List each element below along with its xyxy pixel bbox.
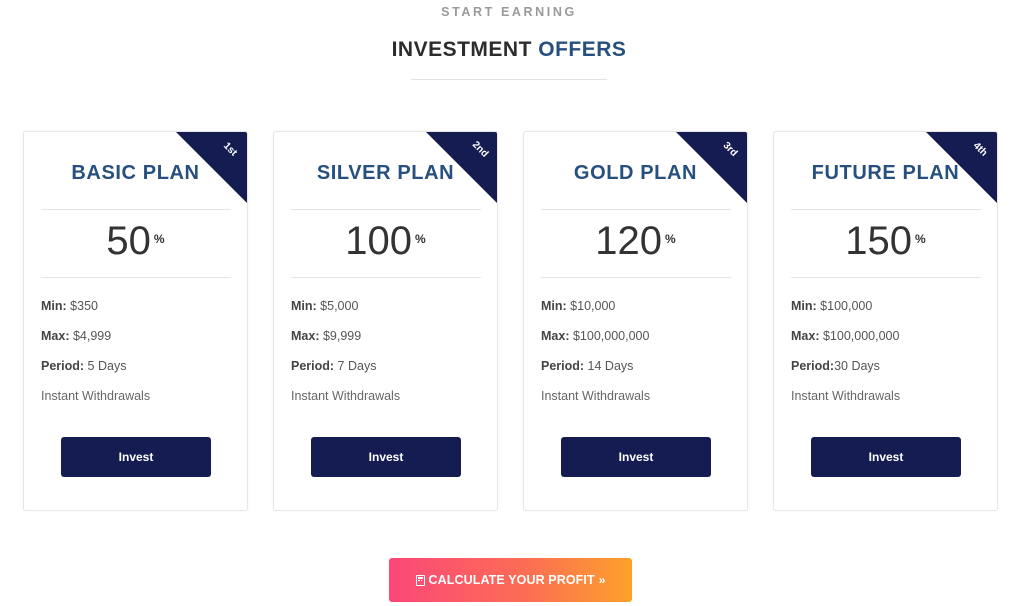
plan-card-future: 4th FUTURE PLAN 150% Min: $100,000 Max: … [773, 131, 998, 511]
period-value: 14 Days [584, 359, 634, 373]
divider [41, 209, 231, 210]
plan-feature: Instant Withdrawals [541, 389, 651, 403]
plan-max: Max: $4,999 [41, 329, 111, 343]
invest-button[interactable]: Invest [61, 437, 211, 477]
plan-name: FUTURE PLAN [811, 162, 960, 184]
plan-feature: Instant Withdrawals [41, 389, 151, 403]
rate-value: 150 [845, 219, 913, 263]
rate-unit: % [665, 232, 676, 246]
rate-unit: % [915, 232, 926, 246]
plan-max: Max: $9,999 [291, 329, 361, 343]
min-label: Min: [291, 299, 317, 313]
plan-rate: 100% [274, 216, 497, 266]
plan-min: Min: $10,000 [541, 299, 615, 313]
divider [41, 277, 231, 278]
plan-name: SILVER PLAN [316, 162, 455, 184]
period-value: 30 Days [834, 359, 880, 373]
divider [791, 209, 981, 210]
max-label: Max: [291, 329, 320, 343]
invest-button[interactable]: Invest [311, 437, 461, 477]
max-label: Max: [41, 329, 70, 343]
rate-unit: % [415, 232, 426, 246]
plan-feature: Instant Withdrawals [791, 389, 901, 403]
max-label: Max: [541, 329, 570, 343]
divider [291, 277, 481, 278]
min-label: Min: [791, 299, 817, 313]
max-value: $100,000,000 [569, 329, 650, 343]
section-heading: INVESTMENT OFFERS [0, 38, 1018, 62]
plan-rate: 120% [524, 216, 747, 266]
min-value: $100,000 [816, 299, 873, 313]
period-label: Period: [791, 359, 835, 373]
plan-period: Period:30 Days [791, 359, 880, 373]
plan-card-silver: 2nd SILVER PLAN 100% Min: $5,000 Max: $9… [273, 131, 498, 511]
plan-min: Min: $350 [41, 299, 98, 313]
min-label: Min: [541, 299, 567, 313]
divider [541, 209, 731, 210]
plan-rate: 150% [774, 216, 997, 266]
plan-rate: 50% [24, 216, 247, 266]
plan-max: Max: $100,000,000 [791, 329, 899, 343]
max-value: $9,999 [319, 329, 362, 343]
plan-period: Period: 14 Days [541, 359, 633, 373]
divider [541, 277, 731, 278]
calculator-icon [415, 574, 425, 586]
period-label: Period: [41, 359, 85, 373]
plan-name: GOLD PLAN [573, 162, 698, 184]
calculate-profit-button[interactable]: CALCULATE YOUR PROFIT » [389, 558, 632, 602]
heading-part-2: OFFERS [538, 38, 627, 61]
period-label: Period: [541, 359, 585, 373]
rate-value: 50 [106, 219, 151, 263]
plan-card-gold: 3rd GOLD PLAN 120% Min: $10,000 Max: $10… [523, 131, 748, 511]
min-value: $10,000 [566, 299, 616, 313]
heading-divider [411, 79, 607, 80]
plan-max: Max: $100,000,000 [541, 329, 649, 343]
plan-name: BASIC PLAN [71, 162, 200, 184]
max-value: $4,999 [69, 329, 112, 343]
period-label: Period: [291, 359, 335, 373]
plan-period: Period: 7 Days [291, 359, 376, 373]
rate-value: 100 [345, 219, 413, 263]
calculate-profit-label: CALCULATE YOUR PROFIT [428, 573, 595, 587]
divider [291, 209, 481, 210]
period-value: 7 Days [334, 359, 377, 373]
section-eyebrow: START EARNING [441, 5, 577, 19]
invest-button[interactable]: Invest [561, 437, 711, 477]
min-label: Min: [41, 299, 67, 313]
min-value: $5,000 [316, 299, 359, 313]
double-chevron-right-icon: » [598, 573, 606, 587]
rate-value: 120 [595, 219, 663, 263]
plan-min: Min: $5,000 [291, 299, 358, 313]
min-value: $350 [66, 299, 98, 313]
plan-period: Period: 5 Days [41, 359, 126, 373]
rate-unit: % [153, 232, 165, 246]
plan-min: Min: $100,000 [791, 299, 872, 313]
heading-part-1: INVESTMENT [391, 38, 539, 61]
max-value: $100,000,000 [819, 329, 900, 343]
plan-feature: Instant Withdrawals [291, 389, 401, 403]
max-label: Max: [791, 329, 820, 343]
plan-card-basic: 1st BASIC PLAN 50% Min: $350 Max: $4,999… [23, 131, 248, 511]
divider [791, 277, 981, 278]
period-value: 5 Days [84, 359, 127, 373]
invest-button[interactable]: Invest [811, 437, 961, 477]
